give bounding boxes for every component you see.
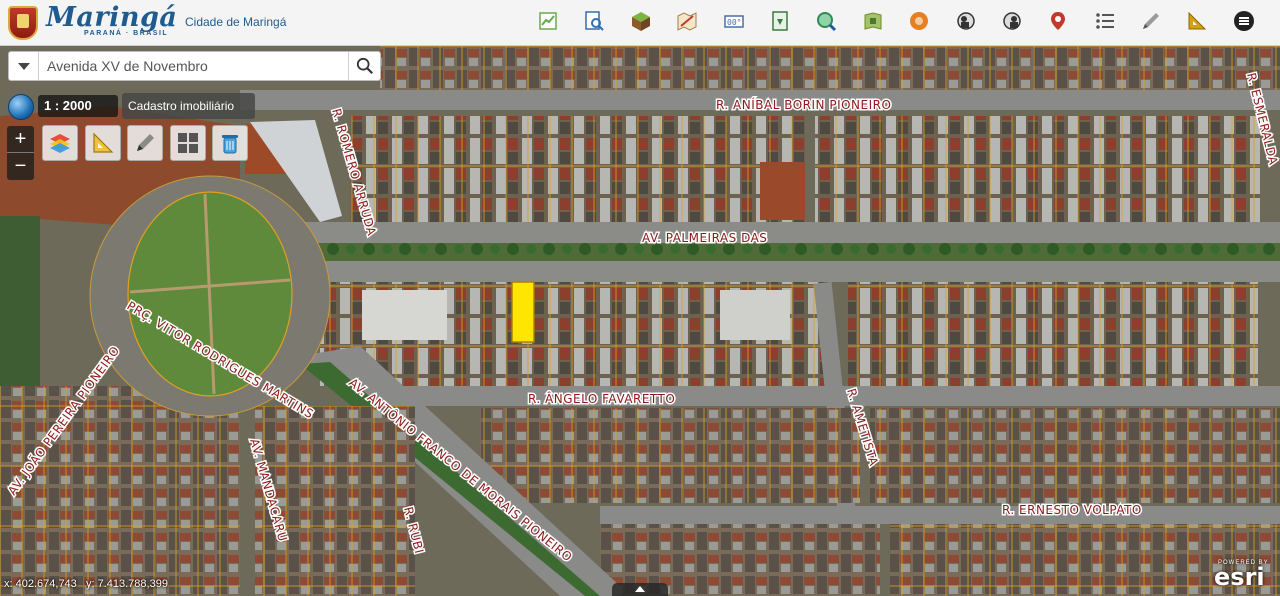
measure-button[interactable] — [84, 125, 121, 161]
selected-lot[interactable] — [511, 281, 535, 343]
scale-prefix: 1 : — [44, 98, 60, 113]
zoom-out-button[interactable]: − — [7, 153, 34, 180]
map-layers-icon — [864, 12, 882, 30]
location-pin-tool-button[interactable] — [1045, 8, 1071, 34]
toolbar: 00° — [535, 8, 1277, 38]
search-type-dropdown[interactable] — [9, 52, 39, 80]
cube-3d-icon — [631, 12, 650, 31]
pencil-icon — [1143, 13, 1160, 29]
street-label: R. ANÍBAL BORIN PIONEIRO — [716, 97, 891, 112]
menu-tool-button[interactable] — [1231, 8, 1257, 34]
ruler-triangle-tool-button[interactable] — [1184, 8, 1210, 34]
layers-button[interactable] — [42, 125, 78, 161]
coordinates-icon: 00° — [723, 15, 744, 28]
brand-name: Maringá — [46, 2, 178, 33]
address-search — [8, 51, 381, 81]
street-label: R. ERNESTO VOLPATO — [1002, 503, 1142, 517]
coordinates-tool-button[interactable]: 00° — [721, 8, 747, 34]
brand-logo[interactable]: Maringá PARANÁ · BRASIL — [46, 2, 178, 37]
location-pin-icon — [1051, 12, 1066, 30]
list-tool-button[interactable] — [1092, 8, 1118, 34]
street-label: AV. PALMEIRAS DAS — [642, 231, 767, 245]
search-document-tool-button[interactable] — [581, 8, 607, 34]
map-draw-tool-button[interactable] — [674, 8, 700, 34]
search-icon — [356, 57, 373, 74]
map-widgets — [42, 125, 255, 161]
ruler-triangle-icon — [1188, 11, 1207, 30]
brand-subtitle: PARANÁ · BRASIL — [84, 30, 169, 37]
zoom-in-button[interactable]: + — [7, 126, 34, 153]
grid-button[interactable] — [169, 125, 206, 161]
scale-display[interactable]: 1 : 2000 — [38, 95, 118, 117]
orange-circle-icon — [910, 12, 929, 30]
ruler-triangle-icon — [92, 132, 113, 153]
street-view-icon — [956, 12, 975, 30]
city-link[interactable]: Cidade de Maringá — [185, 15, 286, 29]
download-doc-icon — [772, 11, 788, 31]
map-layers-tool-button[interactable] — [860, 8, 886, 34]
search-button[interactable] — [348, 52, 380, 80]
coord-y-label: y: — [85, 578, 95, 590]
coordinate-readout: x: 402.674,743 y: 7.413.788,399 — [4, 578, 168, 594]
zoom-control: + − — [7, 126, 34, 180]
map-draw-icon — [677, 12, 697, 31]
pencil-icon — [137, 134, 154, 151]
menu-icon — [1233, 11, 1254, 31]
coord-x-value: 402.674,743 — [15, 578, 77, 590]
coord-x-label: x: — [4, 578, 13, 590]
scale-value: 2000 — [62, 98, 92, 113]
list-icon — [1095, 13, 1114, 29]
city-crest-icon — [8, 6, 38, 40]
orange-circle-tool-button[interactable] — [906, 8, 932, 34]
cube-3d-tool-button[interactable] — [628, 8, 654, 34]
zoom-globe-icon — [817, 12, 837, 32]
svg-text:00°: 00° — [727, 18, 741, 27]
chart-report-icon — [539, 12, 557, 30]
street-view-alt-icon — [1003, 12, 1021, 30]
pencil-tool-button[interactable] — [1138, 8, 1164, 34]
search-input[interactable] — [47, 56, 347, 76]
top-bar: Maringá PARANÁ · BRASIL Cidade de Maring… — [0, 0, 1280, 46]
active-layer-label: Cadastro imobiliário — [122, 93, 255, 119]
street-view-alt-tool-button[interactable] — [999, 8, 1025, 34]
trash-icon — [222, 135, 238, 154]
expand-panel-button[interactable] — [612, 583, 668, 596]
draw-button[interactable] — [127, 125, 163, 161]
download-doc-tool-button[interactable] — [767, 8, 793, 34]
esri-name: esri — [1214, 563, 1265, 591]
search-document-icon — [585, 11, 605, 31]
globe-icon[interactable] — [8, 94, 34, 120]
street-view-tool-button[interactable] — [953, 8, 979, 34]
street-label: R. ÂNGELO FAVARETTO — [528, 391, 675, 406]
grid-icon — [177, 133, 198, 153]
esri-logo: POWERED BY esri — [1208, 560, 1270, 594]
clear-button[interactable] — [212, 125, 248, 161]
layers-icon — [50, 134, 70, 153]
zoom-globe-tool-button[interactable] — [813, 8, 839, 34]
chart-report-tool-button[interactable] — [535, 8, 561, 34]
coord-y-value: 7.413.788,399 — [97, 578, 168, 590]
